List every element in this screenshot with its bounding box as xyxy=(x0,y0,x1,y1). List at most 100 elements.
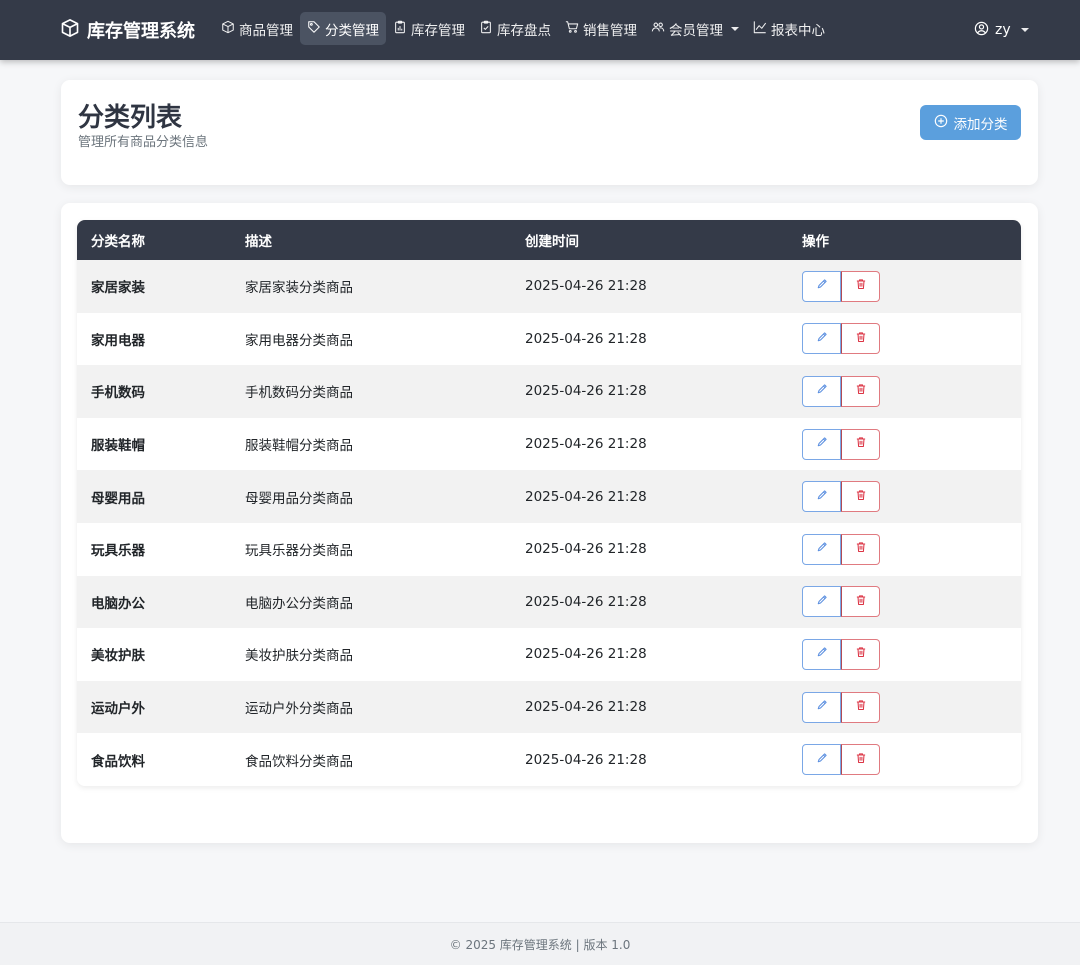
row-actions xyxy=(802,586,1021,618)
delete-button[interactable] xyxy=(841,270,880,302)
category-created-time: 2025-04-26 21:28 xyxy=(525,593,647,610)
edit-button[interactable] xyxy=(802,375,841,407)
trash-icon xyxy=(855,646,867,662)
column-header-name: 分类名称 xyxy=(91,234,145,250)
category-description: 家居家装分类商品 xyxy=(245,280,353,297)
trash-icon xyxy=(855,489,867,505)
row-actions xyxy=(802,270,1021,302)
category-created-time: 2025-04-26 21:28 xyxy=(525,646,647,663)
nav-item-inventory[interactable]: 库存管理 xyxy=(386,12,472,45)
category-created-time: 2025-04-26 21:28 xyxy=(525,383,647,400)
row-actions xyxy=(802,533,1021,565)
edit-button[interactable] xyxy=(802,533,841,565)
nav-item-members[interactable]: 会员管理 xyxy=(644,12,746,45)
category-created-time: 2025-04-26 21:28 xyxy=(525,436,647,453)
row-actions xyxy=(802,481,1021,513)
delete-button[interactable] xyxy=(841,638,880,670)
nav-item-products[interactable]: 商品管理 xyxy=(214,12,300,45)
category-name: 家用电器 xyxy=(91,332,145,349)
category-description: 食品饮料分类商品 xyxy=(245,753,353,770)
user-name: zy xyxy=(995,22,1011,38)
tag-icon xyxy=(307,20,321,38)
category-name: 电脑办公 xyxy=(91,595,145,612)
category-table: 分类名称 描述 创建时间 操作 家居家装 家居家装分类商品 2025-04-26 2… xyxy=(77,220,1021,786)
trash-icon xyxy=(855,699,867,715)
trash-icon xyxy=(855,541,867,557)
column-header-actions: 操作 xyxy=(802,234,829,250)
category-name: 母婴用品 xyxy=(91,490,145,507)
edit-button[interactable] xyxy=(802,323,841,355)
page-subtitle: 管理所有商品分类信息 xyxy=(78,135,209,150)
nav-item-categories[interactable]: 分类管理 xyxy=(300,12,386,45)
pencil-icon xyxy=(816,278,828,294)
edit-button[interactable] xyxy=(802,691,841,723)
nav-menu: 商品管理 分类管理 库存管理 库存盘点 销售管理 会员管理 报表中心 xyxy=(214,12,832,45)
trash-icon xyxy=(855,594,867,610)
box-icon xyxy=(60,18,80,43)
category-created-time: 2025-04-26 21:28 xyxy=(525,699,647,716)
category-created-time: 2025-04-26 21:28 xyxy=(525,488,647,505)
table-row: 手机数码 手机数码分类商品 2025-04-26 21:28 xyxy=(77,365,1021,418)
table-row: 母婴用品 母婴用品分类商品 2025-04-26 21:28 xyxy=(77,470,1021,523)
category-created-time: 2025-04-26 21:28 xyxy=(525,541,647,558)
delete-button[interactable] xyxy=(841,586,880,618)
delete-button[interactable] xyxy=(841,428,880,460)
row-actions xyxy=(802,323,1021,355)
nav-item-reports[interactable]: 报表中心 xyxy=(746,12,832,45)
delete-button[interactable] xyxy=(841,375,880,407)
category-description: 运动户外分类商品 xyxy=(245,701,353,718)
table-row: 电脑办公 电脑办公分类商品 2025-04-26 21:28 xyxy=(77,575,1021,629)
delete-button[interactable] xyxy=(841,691,880,723)
add-category-button[interactable]: 添加分类 xyxy=(920,105,1021,140)
edit-button[interactable] xyxy=(802,744,841,776)
row-actions xyxy=(802,744,1021,776)
pencil-icon xyxy=(816,646,828,662)
trash-icon xyxy=(855,278,867,294)
footer-text: © 2025 库存管理系统 | 版本 1.0 xyxy=(449,937,631,952)
caret-down-icon xyxy=(1020,28,1029,32)
cart-icon xyxy=(565,20,579,38)
edit-button[interactable] xyxy=(802,481,841,513)
category-name: 家居家装 xyxy=(91,280,145,297)
trash-icon xyxy=(855,436,867,452)
category-description: 手机数码分类商品 xyxy=(245,385,353,402)
nav-item-sales[interactable]: 销售管理 xyxy=(558,12,644,45)
category-name: 服装鞋帽 xyxy=(91,438,145,455)
row-actions xyxy=(802,691,1021,723)
table-header: 分类名称 描述 创建时间 操作 xyxy=(77,220,1021,260)
brand[interactable]: 库存管理系统 xyxy=(60,0,195,60)
column-header-description: 描述 xyxy=(245,234,272,250)
table-row: 家用电器 家用电器分类商品 2025-04-26 21:28 xyxy=(77,312,1021,366)
nav-item-label: 库存盘点 xyxy=(497,22,551,39)
nav-item-label: 会员管理 xyxy=(669,22,723,39)
category-description: 母婴用品分类商品 xyxy=(245,490,353,507)
delete-button[interactable] xyxy=(841,744,880,776)
category-name: 手机数码 xyxy=(91,385,145,402)
edit-button[interactable] xyxy=(802,270,841,302)
trash-icon xyxy=(855,331,867,347)
user-menu[interactable]: zy xyxy=(974,12,1029,48)
delete-button[interactable] xyxy=(841,323,880,355)
pencil-icon xyxy=(816,489,828,505)
page-title: 分类列表 xyxy=(78,103,183,133)
edit-button[interactable] xyxy=(802,638,841,670)
pencil-icon xyxy=(816,331,828,347)
pencil-icon xyxy=(816,699,828,715)
brand-title: 库存管理系统 xyxy=(87,21,195,42)
delete-button[interactable] xyxy=(841,533,880,565)
category-name: 运动户外 xyxy=(91,701,145,718)
clipboard-data-icon xyxy=(393,20,407,38)
category-description: 服装鞋帽分类商品 xyxy=(245,438,353,455)
row-actions xyxy=(802,638,1021,670)
delete-button[interactable] xyxy=(841,481,880,513)
row-actions xyxy=(802,375,1021,407)
nav-item-stocktaking[interactable]: 库存盘点 xyxy=(472,12,558,45)
graph-icon xyxy=(753,20,767,38)
trash-icon xyxy=(855,752,867,768)
edit-button[interactable] xyxy=(802,586,841,618)
category-description: 家用电器分类商品 xyxy=(245,332,353,349)
nav-item-label: 销售管理 xyxy=(583,22,637,39)
category-name: 玩具乐器 xyxy=(91,543,145,560)
navbar: 库存管理系统 商品管理 分类管理 库存管理 库存盘点 销售管理 会员管理 报表中… xyxy=(0,0,1080,60)
edit-button[interactable] xyxy=(802,428,841,460)
